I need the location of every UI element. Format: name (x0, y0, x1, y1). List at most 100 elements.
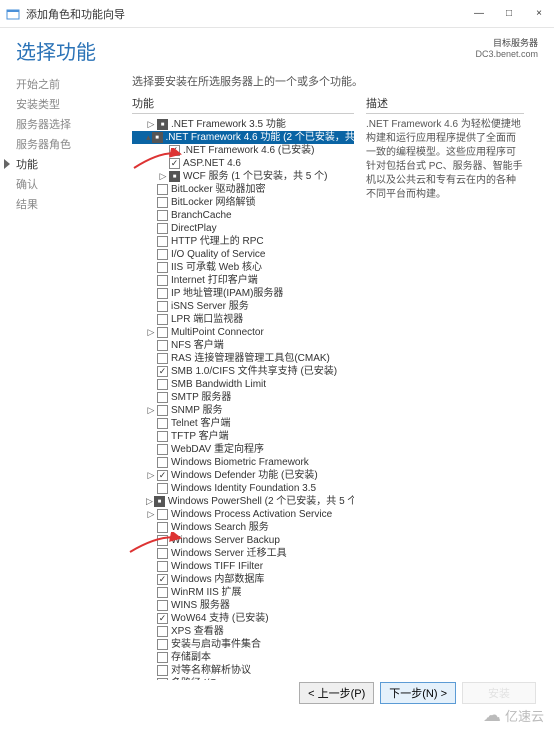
feature-node[interactable]: ▷WCF 服务 (1 个已安装，共 5 个) (132, 170, 354, 183)
feature-checkbox[interactable] (157, 613, 168, 624)
feature-checkbox[interactable] (157, 431, 168, 442)
feature-checkbox[interactable] (169, 145, 180, 156)
tree-toggle-icon[interactable]: ▷ (146, 471, 156, 481)
feature-checkbox[interactable] (157, 405, 168, 416)
feature-checkbox[interactable] (152, 132, 163, 143)
feature-checkbox[interactable] (157, 535, 168, 546)
tree-toggle-icon[interactable]: ▷ (146, 328, 156, 338)
feature-checkbox[interactable] (157, 665, 168, 676)
feature-checkbox[interactable] (157, 587, 168, 598)
feature-checkbox[interactable] (157, 366, 168, 377)
feature-node[interactable]: NFS 客户端 (132, 339, 354, 352)
feature-checkbox[interactable] (157, 340, 168, 351)
feature-checkbox[interactable] (157, 418, 168, 429)
tree-toggle-icon[interactable]: ▷ (146, 497, 153, 507)
feature-node[interactable]: Windows TIFF IFilter (132, 560, 354, 573)
feature-checkbox[interactable] (157, 522, 168, 533)
feature-node[interactable]: ASP.NET 4.6 (132, 157, 354, 170)
feature-checkbox[interactable] (157, 197, 168, 208)
feature-checkbox[interactable] (157, 639, 168, 650)
feature-node[interactable]: TFTP 客户端 (132, 430, 354, 443)
feature-node[interactable]: WINS 服务器 (132, 599, 354, 612)
feature-node[interactable]: BitLocker 驱动器加密 (132, 183, 354, 196)
feature-node[interactable]: SMB Bandwidth Limit (132, 378, 354, 391)
wizard-step[interactable]: 结果 (16, 195, 120, 215)
feature-checkbox[interactable] (157, 457, 168, 468)
tree-toggle-icon[interactable]: ▷ (146, 510, 156, 520)
feature-checkbox[interactable] (157, 353, 168, 364)
feature-node[interactable]: ▷SNMP 服务 (132, 404, 354, 417)
feature-node[interactable]: WinRM IIS 扩展 (132, 586, 354, 599)
wizard-step[interactable]: 服务器选择 (16, 115, 120, 135)
feature-node[interactable]: IP 地址管理(IPAM)服务器 (132, 287, 354, 300)
feature-node[interactable]: LPR 端口监视器 (132, 313, 354, 326)
feature-checkbox[interactable] (157, 184, 168, 195)
feature-node[interactable]: XPS 查看器 (132, 625, 354, 638)
install-button[interactable]: 安装 (462, 682, 536, 704)
feature-checkbox[interactable] (157, 327, 168, 338)
feature-node[interactable]: HTTP 代理上的 RPC (132, 235, 354, 248)
wizard-step[interactable]: 确认 (16, 175, 120, 195)
feature-checkbox[interactable] (154, 496, 165, 507)
feature-checkbox[interactable] (157, 678, 168, 680)
tree-toggle-icon[interactable]: ▷ (146, 120, 156, 130)
feature-node[interactable]: 存储副本 (132, 651, 354, 664)
wizard-step[interactable]: 安装类型 (16, 95, 120, 115)
feature-node[interactable]: Windows Biometric Framework (132, 456, 354, 469)
feature-checkbox[interactable] (157, 470, 168, 481)
feature-node[interactable]: Windows Identity Foundation 3.5 (132, 482, 354, 495)
wizard-step[interactable]: 开始之前 (16, 75, 120, 95)
minimize-button[interactable]: — (464, 0, 494, 28)
feature-node[interactable]: Windows Server Backup (132, 534, 354, 547)
features-tree[interactable]: ▷.NET Framework 3.5 功能▴.NET Framework 4.… (132, 118, 354, 680)
feature-checkbox[interactable] (157, 626, 168, 637)
feature-checkbox[interactable] (157, 483, 168, 494)
feature-checkbox[interactable] (169, 171, 180, 182)
feature-node[interactable]: ▷MultiPoint Connector (132, 326, 354, 339)
next-button[interactable]: 下一步(N) > (380, 682, 456, 704)
feature-checkbox[interactable] (157, 288, 168, 299)
feature-node[interactable]: I/O Quality of Service (132, 248, 354, 261)
feature-node[interactable]: ▴.NET Framework 4.6 功能 (2 个已安装，共 7 个) (132, 131, 354, 144)
feature-checkbox[interactable] (157, 262, 168, 273)
feature-checkbox[interactable] (157, 249, 168, 260)
feature-node[interactable]: ▷Windows Process Activation Service (132, 508, 354, 521)
feature-node[interactable]: RAS 连接管理器管理工具包(CMAK) (132, 352, 354, 365)
feature-node[interactable]: IIS 可承载 Web 核心 (132, 261, 354, 274)
feature-node[interactable]: DirectPlay (132, 222, 354, 235)
feature-node[interactable]: WoW64 支持 (已安装) (132, 612, 354, 625)
feature-node[interactable]: Windows Search 服务 (132, 521, 354, 534)
feature-checkbox[interactable] (157, 509, 168, 520)
previous-button[interactable]: < 上一步(P) (299, 682, 374, 704)
wizard-step[interactable]: 服务器角色 (16, 135, 120, 155)
feature-checkbox[interactable] (157, 314, 168, 325)
feature-node[interactable]: Windows Server 迁移工具 (132, 547, 354, 560)
feature-node[interactable]: 多路径 I/O (132, 677, 354, 680)
feature-node[interactable]: Internet 打印客户端 (132, 274, 354, 287)
feature-node[interactable]: SMB 1.0/CIFS 文件共享支持 (已安装) (132, 365, 354, 378)
feature-node[interactable]: BitLocker 网络解锁 (132, 196, 354, 209)
tree-toggle-icon[interactable]: ▷ (146, 406, 156, 416)
tree-toggle-icon[interactable]: ▷ (158, 172, 168, 182)
feature-node[interactable]: .NET Framework 4.6 (已安装) (132, 144, 354, 157)
close-button[interactable]: × (524, 0, 554, 28)
feature-checkbox[interactable] (157, 275, 168, 286)
feature-checkbox[interactable] (157, 561, 168, 572)
feature-node[interactable]: ▷.NET Framework 3.5 功能 (132, 118, 354, 131)
feature-checkbox[interactable] (169, 158, 180, 169)
feature-node[interactable]: Windows 内部数据库 (132, 573, 354, 586)
feature-checkbox[interactable] (157, 392, 168, 403)
feature-checkbox[interactable] (157, 119, 168, 130)
feature-checkbox[interactable] (157, 236, 168, 247)
feature-checkbox[interactable] (157, 223, 168, 234)
feature-node[interactable]: iSNS Server 服务 (132, 300, 354, 313)
feature-checkbox[interactable] (157, 301, 168, 312)
feature-node[interactable]: WebDAV 重定向程序 (132, 443, 354, 456)
feature-node[interactable]: Telnet 客户端 (132, 417, 354, 430)
feature-node[interactable]: BranchCache (132, 209, 354, 222)
feature-checkbox[interactable] (157, 210, 168, 221)
feature-node[interactable]: ▷Windows Defender 功能 (已安装) (132, 469, 354, 482)
feature-checkbox[interactable] (157, 548, 168, 559)
feature-node[interactable]: ▷Windows PowerShell (2 个已安装，共 5 个) (132, 495, 354, 508)
feature-node[interactable]: SMTP 服务器 (132, 391, 354, 404)
